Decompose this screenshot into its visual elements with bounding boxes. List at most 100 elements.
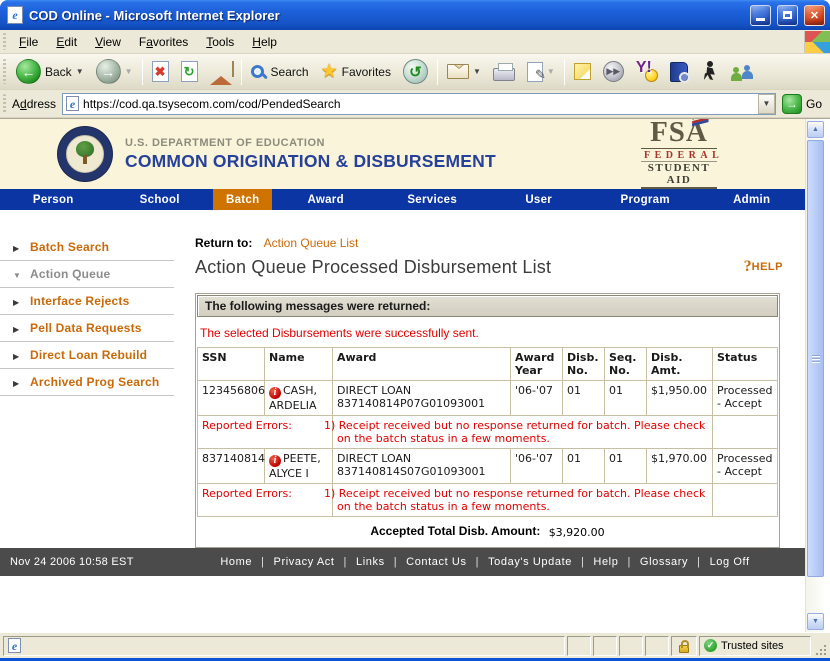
stop-button[interactable]: ✖ [146, 57, 175, 87]
security-zone-label: Trusted sites [721, 640, 784, 652]
toolbar-separator [437, 59, 438, 85]
drag-handle[interactable] [3, 33, 6, 49]
award-cell: DIRECT LOAN 837140814S07G01093001 [333, 449, 511, 484]
mail-dropdown-chevron-icon[interactable]: ▼ [473, 67, 481, 76]
vertical-scrollbar[interactable]: ▲ ▼ [805, 119, 824, 632]
yahoo-messenger-button[interactable]: Y! [630, 57, 664, 87]
sticky-note-button[interactable] [568, 57, 597, 87]
history-icon: ↺ [403, 59, 428, 84]
nav-tab-user[interactable]: User [485, 189, 592, 210]
agency-name: U.S. DEPARTMENT OF EDUCATION [125, 137, 496, 149]
sidebar-item-archived-prog-search[interactable]: ▶ Archived Prog Search [0, 369, 174, 396]
menu-view[interactable]: View [86, 32, 130, 52]
footer-link-contact-us[interactable]: Contact Us [397, 556, 475, 568]
back-icon: ← [16, 59, 41, 84]
footer-link-glossary[interactable]: Glossary [631, 556, 697, 568]
footer-link-links[interactable]: Links [347, 556, 394, 568]
address-input[interactable]: e https://cod.qa.tsysecom.com/cod/Pended… [62, 93, 776, 115]
scrollbar-down-button[interactable]: ▼ [807, 613, 824, 630]
page-title: Action Queue Processed Disbursement List [195, 257, 783, 278]
info-icon[interactable]: i [269, 455, 281, 467]
refresh-button[interactable]: ↻ [175, 57, 204, 87]
print-button[interactable] [487, 57, 521, 87]
return-to-label: Return to: [195, 236, 252, 250]
search-label: Search [271, 65, 309, 79]
nav-tab-award[interactable]: Award [272, 189, 379, 210]
messages-panel: The following messages were returned: Th… [195, 293, 780, 548]
note-icon [574, 63, 591, 80]
mail-icon [447, 64, 469, 79]
footer-link-help[interactable]: Help [584, 556, 627, 568]
status-pane [619, 636, 643, 656]
help-button[interactable]: ? HELP [744, 258, 783, 276]
messenger-button[interactable] [694, 57, 724, 87]
security-padlock-pane [671, 636, 697, 656]
internet-explorer-icon: e [7, 6, 23, 24]
sidebar-item-action-queue[interactable]: ▼ Action Queue [0, 261, 174, 288]
scrollbar-thumb[interactable] [807, 140, 824, 577]
content-area: ▶ Batch Search ▼ Action Queue ▶ Interfac… [0, 210, 805, 548]
resize-grip[interactable] [813, 636, 827, 656]
footer-link-todays-update[interactable]: Today's Update [479, 556, 581, 568]
close-button[interactable]: ✕ [804, 5, 825, 26]
back-button[interactable]: ← Back ▼ [10, 57, 90, 87]
footer-link-home[interactable]: Home [211, 556, 261, 568]
toolbar-separator [241, 59, 242, 85]
search-button[interactable]: Search [245, 57, 315, 87]
nav-tab-school[interactable]: School [107, 189, 214, 210]
address-bar: Address e https://cod.qa.tsysecom.com/co… [0, 90, 830, 118]
contacts-button[interactable] [724, 57, 760, 87]
drag-handle[interactable] [3, 94, 6, 113]
media-button[interactable]: ▶▶ [597, 57, 630, 87]
help-label: HELP [752, 261, 783, 273]
nav-tab-batch[interactable]: Batch [213, 189, 272, 210]
go-button[interactable]: → Go [776, 92, 830, 116]
menu-help[interactable]: Help [243, 32, 286, 52]
info-icon[interactable]: i [269, 387, 281, 399]
footer-link-log-off[interactable]: Log Off [701, 556, 759, 568]
sidebar-item-batch-search[interactable]: ▶ Batch Search [0, 234, 174, 261]
back-dropdown-chevron-icon[interactable]: ▼ [76, 67, 84, 76]
nav-tab-services[interactable]: Services [379, 189, 486, 210]
col-header-ssn: SSN [198, 348, 265, 381]
address-dropdown-button[interactable]: ▼ [758, 94, 775, 114]
nav-tab-admin[interactable]: Admin [698, 189, 805, 210]
primary-nav: Person School Batch Award Services User … [0, 189, 805, 210]
maximize-button[interactable] [777, 5, 798, 26]
document-done-icon: e [8, 638, 21, 653]
edit-button[interactable]: ▼ [521, 57, 561, 87]
nav-tab-person[interactable]: Person [0, 189, 107, 210]
address-url[interactable]: https://cod.qa.tsysecom.com/cod/PendedSe… [83, 97, 754, 111]
history-button[interactable]: ↺ [397, 57, 434, 87]
home-button[interactable] [204, 57, 238, 87]
research-button[interactable] [664, 57, 694, 87]
favorites-star-icon: ★ [321, 62, 338, 81]
minimize-button[interactable] [750, 5, 771, 26]
mail-button[interactable]: ▼ [441, 57, 487, 87]
drag-handle[interactable] [3, 59, 6, 84]
menu-file[interactable]: File [10, 32, 47, 52]
forward-icon: → [96, 59, 121, 84]
scrollbar-up-button[interactable]: ▲ [807, 121, 824, 138]
favorites-button[interactable]: ★ Favorites [315, 57, 397, 87]
disbursement-table: SSN Name Award Award Year Disb. No. Seq.… [197, 347, 778, 517]
error-message-cell: 1) Receipt received but no response retu… [333, 416, 713, 449]
print-icon [493, 68, 515, 81]
menu-favorites[interactable]: Favorites [130, 32, 197, 52]
nav-tab-program[interactable]: Program [592, 189, 699, 210]
security-zone-pane[interactable]: ✓ Trusted sites [699, 636, 811, 656]
sidebar-item-direct-loan-rebuild[interactable]: ▶ Direct Loan Rebuild [0, 342, 174, 369]
sidebar-item-interface-rejects[interactable]: ▶ Interface Rejects [0, 288, 174, 315]
menu-tools[interactable]: Tools [197, 32, 243, 52]
toolbar-separator [142, 59, 143, 85]
disb-no-cell: 01 [563, 381, 605, 416]
menu-edit[interactable]: Edit [47, 32, 86, 52]
return-to-link[interactable]: Action Queue List [264, 236, 359, 250]
fsa-logo: FSA FEDERAL STUDENT AID [641, 119, 717, 189]
col-header-seq-no: Seq. No. [605, 348, 647, 381]
sidebar-item-pell-data-requests[interactable]: ▶ Pell Data Requests [0, 315, 174, 342]
forward-button[interactable]: → ▼ [90, 57, 139, 87]
error-empty-cell [713, 484, 778, 517]
footer-link-privacy-act[interactable]: Privacy Act [265, 556, 344, 568]
search-icon [251, 65, 264, 78]
